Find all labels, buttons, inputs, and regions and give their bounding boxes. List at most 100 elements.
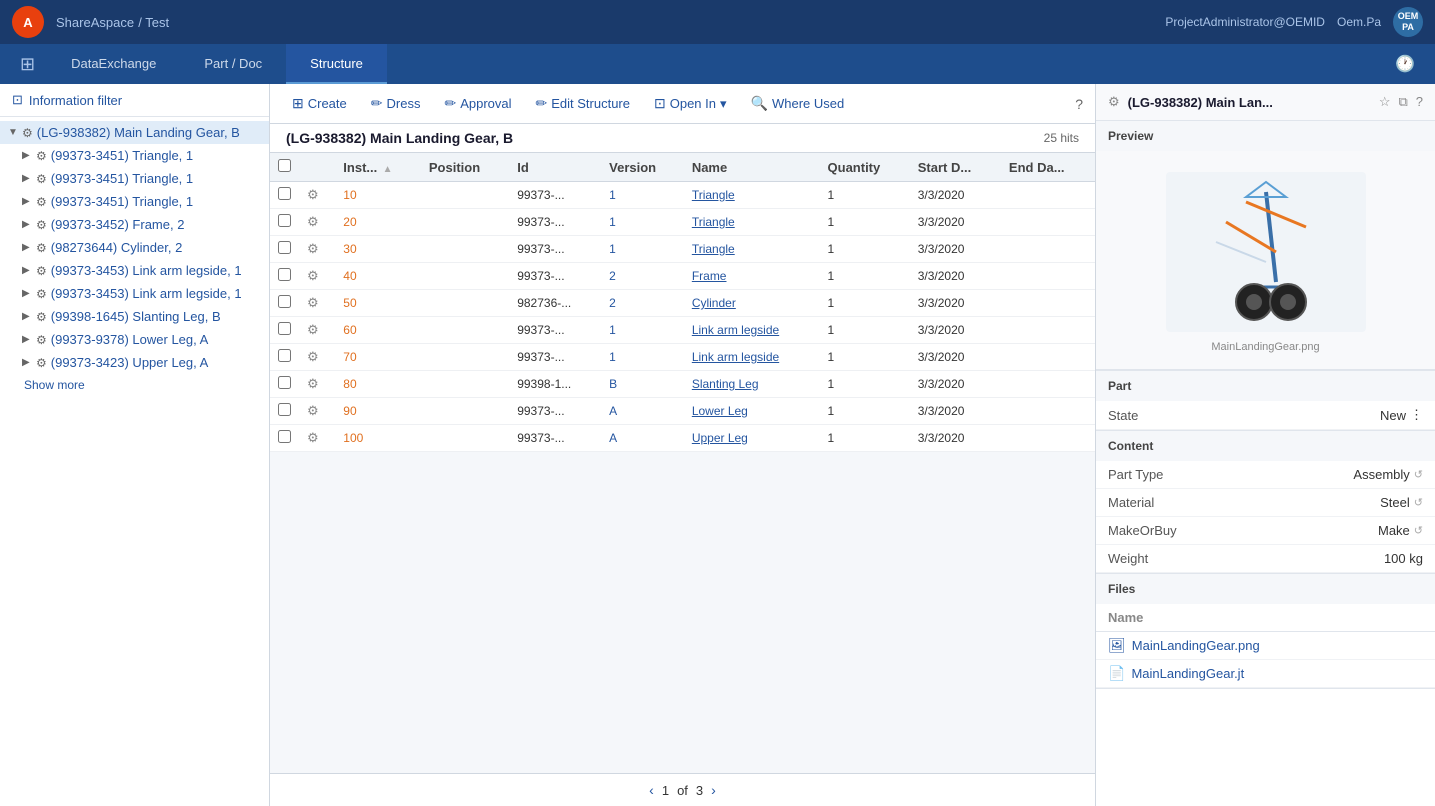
expand-icon: ▶ xyxy=(22,219,32,230)
table-row[interactable]: ⚙ 50 982736-... 2 Cylinder 1 3/3/2020 xyxy=(270,290,1095,317)
col-inst[interactable]: Inst... ▲ xyxy=(335,153,421,182)
row-checkbox[interactable] xyxy=(278,322,291,335)
sidebar-item-frame[interactable]: ▶ ⚙ (99373-3452) Frame, 2 xyxy=(0,213,269,236)
tab-structure[interactable]: Structure xyxy=(286,44,387,84)
show-more-btn[interactable]: Show more xyxy=(0,374,269,396)
gear-icon: ⚙ xyxy=(36,356,47,370)
row-checkbox[interactable] xyxy=(278,376,291,389)
prev-page-button[interactable]: ‹ xyxy=(649,782,654,798)
dress-button[interactable]: ✏ Dress xyxy=(361,91,431,116)
sidebar-item-upperleg[interactable]: ▶ ⚙ (99373-3423) Upper Leg, A xyxy=(0,351,269,374)
row-name[interactable]: Link arm legside xyxy=(684,317,820,344)
row-name[interactable]: Upper Leg xyxy=(684,425,820,452)
table-row[interactable]: ⚙ 100 99373-... A Upper Leg 1 3/3/2020 xyxy=(270,425,1095,452)
row-version: A xyxy=(601,398,684,425)
material-history-icon[interactable]: ↺ xyxy=(1414,496,1423,509)
where-used-button[interactable]: 🔍 Where Used xyxy=(741,91,855,116)
col-gear xyxy=(299,153,335,182)
open-in-button[interactable]: ⊡ Open In ▾ xyxy=(644,91,737,116)
select-all-checkbox[interactable] xyxy=(278,159,291,172)
part-type-history-icon[interactable]: ↺ xyxy=(1414,468,1423,481)
grid-menu-icon[interactable]: ⊞ xyxy=(8,54,47,75)
row-name[interactable]: Triangle xyxy=(684,209,820,236)
row-id: 99398-1... xyxy=(509,371,601,398)
row-name[interactable]: Triangle xyxy=(684,236,820,263)
row-checkbox[interactable] xyxy=(278,187,291,200)
row-end-date xyxy=(1001,236,1095,263)
sidebar-item-triangle-3[interactable]: ▶ ⚙ (99373-3451) Triangle, 1 xyxy=(0,190,269,213)
row-checkbox[interactable] xyxy=(278,241,291,254)
table-row[interactable]: ⚙ 80 99398-1... B Slanting Leg 1 3/3/202… xyxy=(270,371,1095,398)
sidebar-item-linkarm-2[interactable]: ▶ ⚙ (99373-3453) Link arm legside, 1 xyxy=(0,282,269,305)
part-section: Part State New ⋮ xyxy=(1096,371,1435,431)
row-id: 99373-... xyxy=(509,398,601,425)
col-start-date[interactable]: Start D... xyxy=(910,153,1001,182)
col-id[interactable]: Id xyxy=(509,153,601,182)
tab-part-doc[interactable]: Part / Doc xyxy=(180,44,286,84)
next-page-button[interactable]: › xyxy=(711,782,716,798)
row-name[interactable]: Slanting Leg xyxy=(684,371,820,398)
sidebar-item-triangle-1[interactable]: ▶ ⚙ (99373-3451) Triangle, 1 xyxy=(0,144,269,167)
files-table: Name 🖼MainLandingGear.png📄MainLandingGea… xyxy=(1096,604,1435,688)
col-version[interactable]: Version xyxy=(601,153,684,182)
state-menu-icon[interactable]: ⋮ xyxy=(1410,407,1423,423)
file-name-cell[interactable]: 📄MainLandingGear.jt xyxy=(1096,660,1435,688)
panel-star-icon[interactable]: ☆ xyxy=(1379,94,1391,110)
file-name-cell[interactable]: 🖼MainLandingGear.png xyxy=(1096,632,1435,660)
row-checkbox[interactable] xyxy=(278,403,291,416)
sidebar-item-slanting[interactable]: ▶ ⚙ (99398-1645) Slanting Leg, B xyxy=(0,305,269,328)
row-checkbox[interactable] xyxy=(278,349,291,362)
row-position xyxy=(421,209,509,236)
table-row[interactable]: ⚙ 30 99373-... 1 Triangle 1 3/3/2020 xyxy=(270,236,1095,263)
makeorbuy-history-icon[interactable]: ↺ xyxy=(1414,524,1423,537)
row-checkbox[interactable] xyxy=(278,268,291,281)
col-end-date[interactable]: End Da... xyxy=(1001,153,1095,182)
help-icon[interactable]: ? xyxy=(1075,96,1083,112)
file-row[interactable]: 🖼MainLandingGear.png xyxy=(1096,632,1435,661)
row-name[interactable]: Lower Leg xyxy=(684,398,820,425)
panel-copy-icon[interactable]: ⧉ xyxy=(1398,94,1407,110)
sidebar-item-lowerleg[interactable]: ▶ ⚙ (99373-9378) Lower Leg, A xyxy=(0,328,269,351)
create-button[interactable]: ⊞ Create xyxy=(282,91,357,116)
edit-structure-button[interactable]: ✏ Edit Structure xyxy=(526,91,641,116)
col-position[interactable]: Position xyxy=(421,153,509,182)
table-row[interactable]: ⚙ 60 99373-... 1 Link arm legside 1 3/3/… xyxy=(270,317,1095,344)
tab-data-exchange[interactable]: DataExchange xyxy=(47,44,180,84)
app-logo[interactable]: A xyxy=(12,6,44,38)
sidebar-item-triangle-2[interactable]: ▶ ⚙ (99373-3451) Triangle, 1 xyxy=(0,167,269,190)
row-name[interactable]: Link arm legside xyxy=(684,344,820,371)
sidebar-item-linkarm-1[interactable]: ▶ ⚙ (99373-3453) Link arm legside, 1 xyxy=(0,259,269,282)
gear-icon: ⚙ xyxy=(36,172,47,186)
panel-help-icon[interactable]: ? xyxy=(1416,94,1423,110)
row-checkbox-cell xyxy=(270,236,299,263)
row-checkbox[interactable] xyxy=(278,214,291,227)
row-version: 1 xyxy=(601,182,684,209)
content-area: ⊞ Create ✏ Dress ✏ Approval ✏ Edit Struc… xyxy=(270,84,1095,806)
table-row[interactable]: ⚙ 10 99373-... 1 Triangle 1 3/3/2020 xyxy=(270,182,1095,209)
row-position xyxy=(421,263,509,290)
col-name[interactable]: Name xyxy=(684,153,820,182)
table-row[interactable]: ⚙ 40 99373-... 2 Frame 1 3/3/2020 xyxy=(270,263,1095,290)
approval-button[interactable]: ✏ Approval xyxy=(434,91,521,116)
table-row[interactable]: ⚙ 90 99373-... A Lower Leg 1 3/3/2020 xyxy=(270,398,1095,425)
row-name[interactable]: Cylinder xyxy=(684,290,820,317)
table-row[interactable]: ⚙ 20 99373-... 1 Triangle 1 3/3/2020 xyxy=(270,209,1095,236)
open-in-icon: ⊡ xyxy=(654,95,666,112)
file-row[interactable]: 📄MainLandingGear.jt xyxy=(1096,660,1435,688)
history-icon[interactable]: 🕐 xyxy=(1383,54,1427,74)
sidebar-item-cylinder[interactable]: ▶ ⚙ (98273644) Cylinder, 2 xyxy=(0,236,269,259)
row-name[interactable]: Triangle xyxy=(684,182,820,209)
topbar: A ShareAspace / Test ProjectAdministrato… xyxy=(0,0,1435,44)
file-name: MainLandingGear.jt xyxy=(1131,666,1244,681)
information-filter-btn[interactable]: ⊡ Information filter xyxy=(0,84,269,117)
content-section: Content Part Type Assembly ↺ Material St… xyxy=(1096,431,1435,574)
row-id: 99373-... xyxy=(509,344,601,371)
col-quantity[interactable]: Quantity xyxy=(820,153,910,182)
sidebar-item-root[interactable]: ▼ ⚙ (LG-938382) Main Landing Gear, B xyxy=(0,121,269,144)
chevron-down-icon: ▾ xyxy=(720,96,727,112)
row-checkbox[interactable] xyxy=(278,295,291,308)
row-checkbox[interactable] xyxy=(278,430,291,443)
table-row[interactable]: ⚙ 70 99373-... 1 Link arm legside 1 3/3/… xyxy=(270,344,1095,371)
avatar[interactable]: OEMPA xyxy=(1393,7,1423,37)
row-name[interactable]: Frame xyxy=(684,263,820,290)
